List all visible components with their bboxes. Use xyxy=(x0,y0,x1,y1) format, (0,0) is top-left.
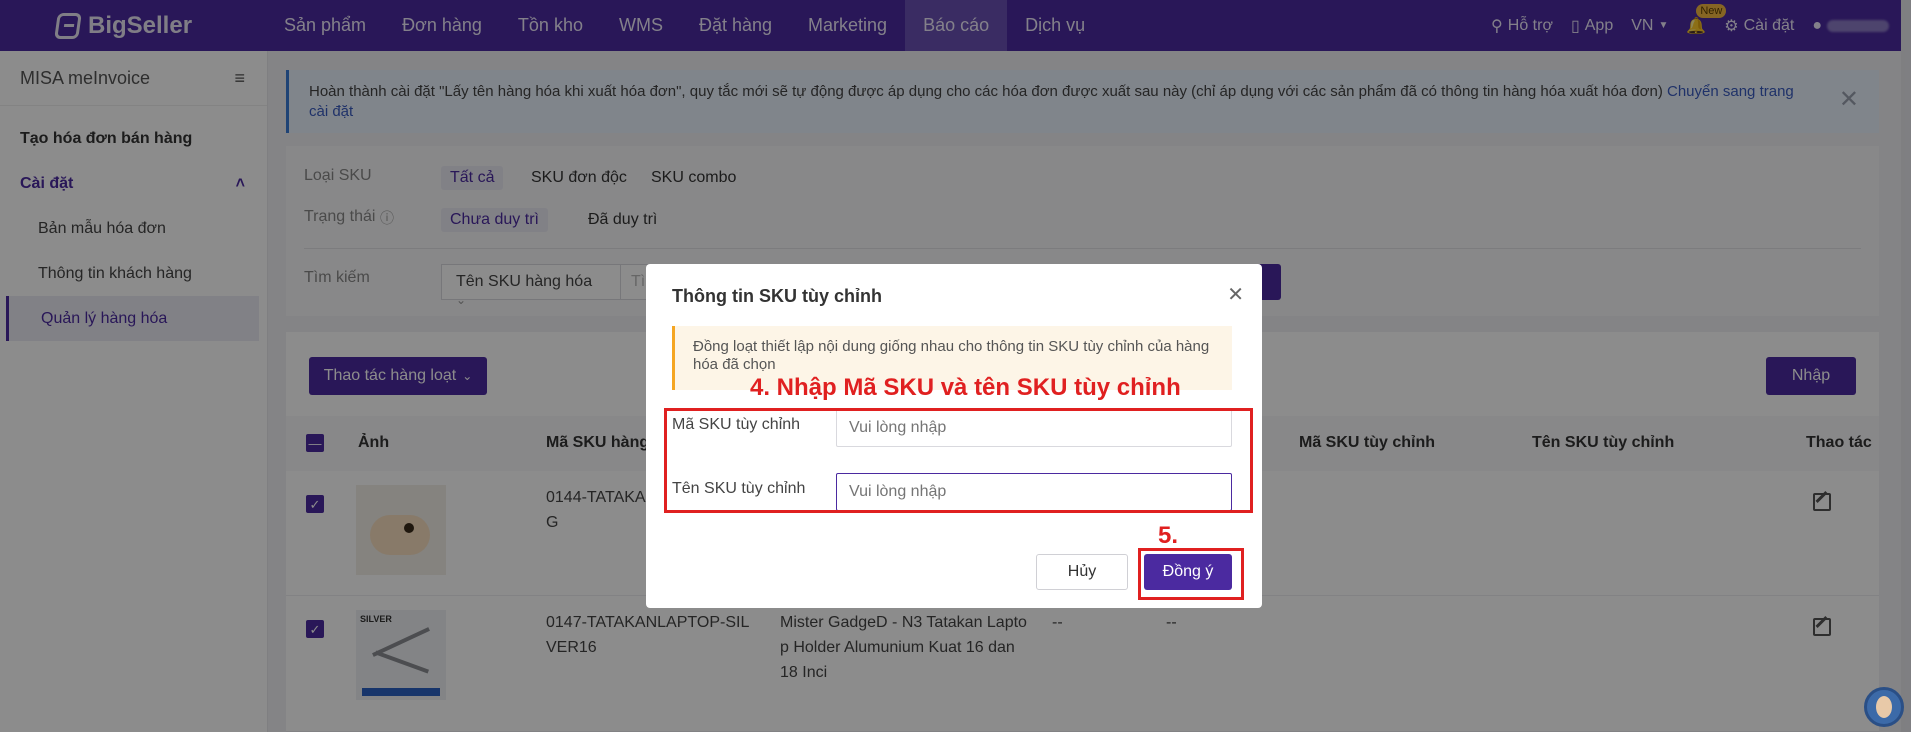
annotation-step-5: 5. xyxy=(1158,522,1179,549)
dialog-title: Thông tin SKU tùy chỉnh xyxy=(672,286,882,306)
close-icon[interactable]: ✕ xyxy=(1227,282,1244,307)
annotation-step-4: 4. Nhập Mã SKU và tên SKU tùy chỉnh xyxy=(750,374,1181,401)
annotation-box-fields xyxy=(664,408,1253,513)
annotation-box-confirm xyxy=(1138,548,1244,600)
support-chat-avatar[interactable] xyxy=(1864,687,1904,727)
cancel-button[interactable]: Hủy xyxy=(1036,554,1128,590)
warning-text: Đồng loạt thiết lập nội dung giống nhau … xyxy=(693,338,1210,373)
